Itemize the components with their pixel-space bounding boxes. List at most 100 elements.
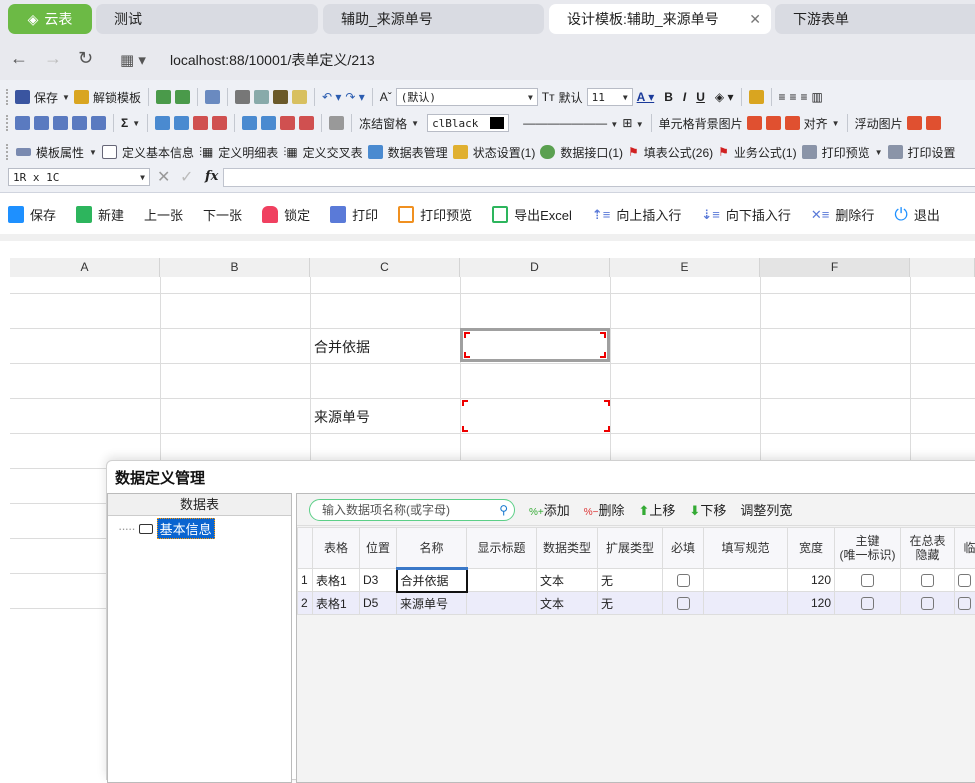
- cut-icon[interactable]: [235, 90, 250, 104]
- save-button[interactable]: 保存: [8, 205, 56, 224]
- insert-row-icon[interactable]: [155, 116, 170, 130]
- template-properties-button[interactable]: 模板属性: [36, 144, 84, 161]
- add-button[interactable]: %+添加: [529, 500, 570, 519]
- column-header-f[interactable]: F: [760, 258, 910, 277]
- align-center-icon[interactable]: ≡: [790, 90, 797, 104]
- cell-name-editing[interactable]: 合并依据: [397, 569, 467, 592]
- copy-icon[interactable]: [254, 90, 269, 104]
- tree-item-basic-info[interactable]: ····· 基本信息: [108, 516, 291, 539]
- align-button[interactable]: 对齐: [804, 115, 828, 132]
- justify-icon[interactable]: ▥: [812, 90, 823, 104]
- border-icon[interactable]: ⊞ ▼: [622, 116, 643, 130]
- cell-c3[interactable]: 合并依据: [314, 337, 370, 357]
- append-col-icon[interactable]: [261, 116, 276, 130]
- delete-col-icon[interactable]: [280, 116, 295, 130]
- add-image-icon[interactable]: [747, 116, 762, 130]
- col-required[interactable]: 必填: [663, 528, 704, 569]
- cell-fill-rule[interactable]: [704, 569, 788, 592]
- define-basic-info-button[interactable]: 定义基本信息: [122, 144, 194, 161]
- col-extend-type[interactable]: 扩展类型: [598, 528, 663, 569]
- align-right-icon[interactable]: ≡: [801, 90, 808, 104]
- print-button[interactable]: 打印: [330, 205, 378, 224]
- sum-button[interactable]: Σ: [121, 116, 128, 130]
- move-up-button[interactable]: ⬆上移: [639, 500, 676, 519]
- export-icon[interactable]: [175, 90, 190, 104]
- cell-display-title[interactable]: [467, 592, 537, 615]
- col-primary-key[interactable]: 主键 (唯一标识): [835, 528, 901, 569]
- insert-row-below-button[interactable]: ⇣≡向下插入行: [701, 205, 791, 224]
- remove-image-icon[interactable]: [766, 116, 781, 130]
- column-header-a[interactable]: A: [10, 258, 160, 277]
- delete-cols-icon[interactable]: [299, 116, 314, 130]
- col-hide-in-summary[interactable]: 在总表 隐藏: [901, 528, 955, 569]
- cell-required[interactable]: [663, 569, 704, 592]
- default-font-button[interactable]: 默认: [559, 89, 583, 106]
- table-row[interactable]: 2 表格1 D5 来源单号 文本 无 120: [298, 592, 975, 615]
- hide-in-summary-checkbox[interactable]: [921, 597, 934, 610]
- required-checkbox[interactable]: [677, 574, 690, 587]
- cancel-icon[interactable]: ✕: [157, 167, 170, 187]
- fill-formula-button[interactable]: 填表公式(26): [644, 144, 713, 161]
- col-width[interactable]: 宽度: [788, 528, 835, 569]
- cell-position[interactable]: D5: [360, 592, 397, 615]
- tab-design-template[interactable]: 设计模板:辅助_来源单号✕: [549, 4, 771, 34]
- col-table[interactable]: 表格: [313, 528, 360, 569]
- define-cross-table-button[interactable]: 定义交叉表: [303, 144, 363, 161]
- remove-float-image-icon[interactable]: [926, 116, 941, 130]
- adjust-column-width-button[interactable]: 调整列宽: [740, 500, 792, 519]
- col-data-type[interactable]: 数据类型: [537, 528, 598, 569]
- data-interface-button[interactable]: 数据接口(1): [560, 144, 623, 161]
- tab-test[interactable]: 测试: [96, 4, 318, 34]
- datatable-manage-button[interactable]: 数据表管理: [388, 144, 448, 161]
- cell-reference-select[interactable]: 1R x 1C▼: [8, 168, 150, 186]
- cell-extend-type[interactable]: 无: [598, 592, 663, 615]
- exit-icon[interactable]: [205, 90, 220, 104]
- back-icon[interactable]: ←: [10, 48, 28, 69]
- define-detail-table-button[interactable]: 定义明细表: [218, 144, 278, 161]
- delete-row-icon[interactable]: [193, 116, 208, 130]
- format-brush-icon[interactable]: [292, 90, 307, 104]
- search-input[interactable]: 输入数据项名称(或字母)⚲: [309, 499, 515, 521]
- prev-button[interactable]: 上一张: [144, 205, 183, 224]
- cell-table[interactable]: 表格1: [313, 592, 360, 615]
- unlock-cell-icon[interactable]: [749, 90, 764, 104]
- underline-button[interactable]: U: [696, 90, 705, 104]
- col-display-title[interactable]: 显示标题: [467, 528, 537, 569]
- table-icon[interactable]: [15, 116, 30, 130]
- undo-icon[interactable]: ↶ ▾: [322, 90, 341, 104]
- rows-icon[interactable]: [53, 116, 68, 130]
- italic-button[interactable]: I: [683, 90, 686, 104]
- temp-checkbox[interactable]: [958, 597, 971, 610]
- save-button[interactable]: 保存: [34, 89, 58, 106]
- primary-key-checkbox[interactable]: [861, 574, 874, 587]
- align-left-icon[interactable]: ≡: [779, 90, 786, 104]
- paste-icon[interactable]: [273, 90, 288, 104]
- exit-button[interactable]: ⏻退出: [894, 205, 939, 225]
- grid-icon[interactable]: [34, 116, 49, 130]
- redo-icon[interactable]: ↷ ▾: [345, 90, 364, 104]
- import-icon[interactable]: [156, 90, 171, 104]
- print-settings-button[interactable]: 打印设置: [908, 144, 956, 161]
- table-row[interactable]: 1 表格1 D3 合并依据 文本 无 120: [298, 569, 975, 592]
- confirm-icon[interactable]: ✓: [180, 167, 193, 187]
- cell-width[interactable]: 120: [788, 569, 835, 592]
- bold-button[interactable]: B: [664, 90, 673, 104]
- line-style-select[interactable]: ——————— ▼: [523, 116, 618, 130]
- column-header-d[interactable]: D: [460, 258, 610, 277]
- merge-icon[interactable]: [91, 116, 106, 130]
- cell-width[interactable]: 120: [788, 592, 835, 615]
- address-bar[interactable]: localhost:88/10001/表单定义/213: [170, 50, 375, 70]
- cell-display-title[interactable]: [467, 569, 537, 592]
- business-formula-button[interactable]: 业务公式(1): [734, 144, 797, 161]
- column-header-e[interactable]: E: [610, 258, 760, 277]
- apps-icon[interactable]: ▦ ▾: [120, 51, 146, 69]
- col-name[interactable]: 名称: [397, 528, 467, 569]
- col-position[interactable]: 位置: [360, 528, 397, 569]
- cell-fill-rule[interactable]: [704, 592, 788, 615]
- font-size-select[interactable]: 11▼: [587, 88, 633, 106]
- append-row-icon[interactable]: [174, 116, 189, 130]
- delete-rows-icon[interactable]: [212, 116, 227, 130]
- column-header-c[interactable]: C: [310, 258, 460, 277]
- export-excel-button[interactable]: 导出Excel: [492, 205, 572, 224]
- percent-icon[interactable]: [329, 116, 344, 130]
